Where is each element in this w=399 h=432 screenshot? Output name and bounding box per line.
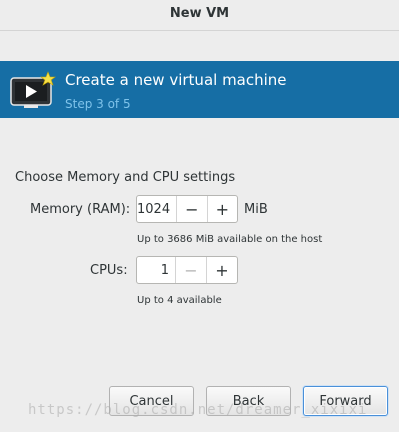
cpus-decrement-button[interactable]: − [175, 257, 206, 283]
memory-increment-button[interactable]: + [206, 196, 237, 222]
memory-label: Memory (RAM): [30, 202, 131, 217]
window-title: New VM [169, 6, 230, 21]
memory-hint: Up to 3686 MiB available on the host [137, 234, 323, 245]
vm-monitor-icon [10, 71, 56, 109]
banner-title: Create a new virtual machine [65, 71, 287, 89]
cpus-spinbutton[interactable]: 1 − + [136, 256, 238, 284]
cpus-label: CPUs: [90, 263, 128, 278]
section-heading: Choose Memory and CPU settings [15, 170, 236, 185]
back-button[interactable]: Back [206, 386, 291, 416]
forward-button[interactable]: Forward [303, 386, 388, 416]
memory-unit: MiB [244, 202, 268, 217]
cpus-increment-button[interactable]: + [206, 257, 237, 283]
window-titlebar: New VM [0, 0, 399, 31]
memory-decrement-button[interactable]: − [176, 196, 206, 222]
cpus-value[interactable]: 1 [137, 257, 175, 283]
memory-value[interactable]: 1024 [137, 196, 176, 222]
cancel-button[interactable]: Cancel [109, 386, 194, 416]
memory-spinbutton[interactable]: 1024 − + [136, 195, 238, 223]
step-indicator: Step 3 of 5 [65, 97, 131, 111]
cpus-hint: Up to 4 available [137, 295, 222, 306]
wizard-banner: Create a new virtual machine Step 3 of 5 [0, 61, 399, 118]
